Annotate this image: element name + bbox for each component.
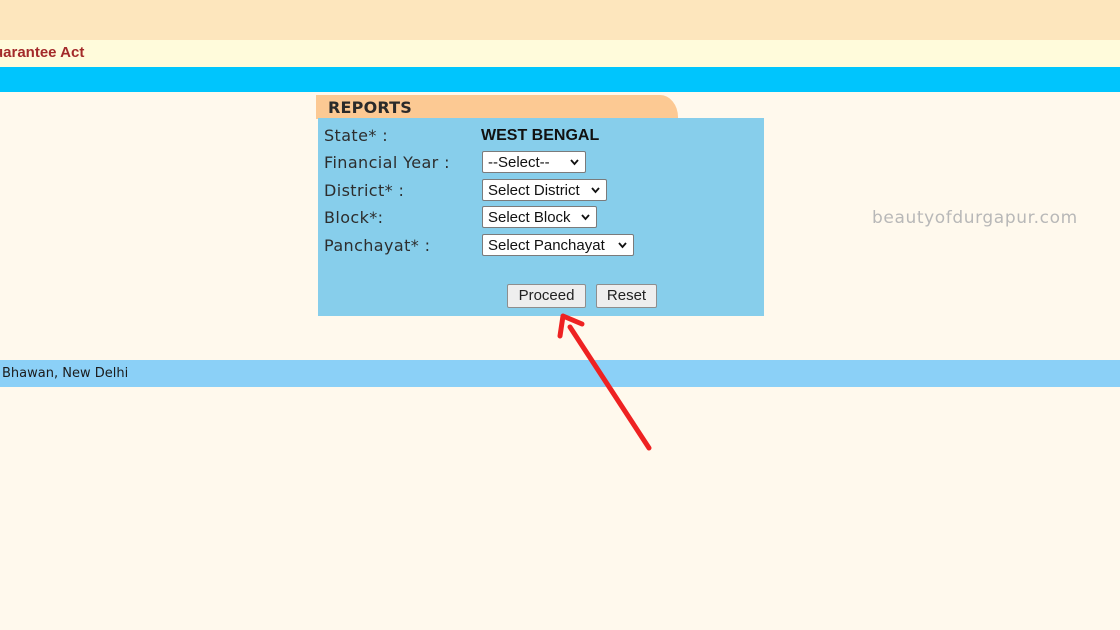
district-selected: Select District — [488, 182, 580, 199]
panchayat-label: Panchayat* : — [324, 236, 431, 255]
title-strip: uarantee Act — [0, 40, 1120, 67]
page: uarantee Act REPORTS State* : WEST BENGA… — [0, 0, 1120, 630]
district-select[interactable]: Select District — [482, 179, 607, 201]
financial-year-label: Financial Year : — [324, 153, 450, 172]
chevron-down-icon — [591, 187, 600, 194]
state-label: State* : — [324, 126, 389, 145]
chevron-down-icon — [618, 242, 627, 249]
reports-tab-label: REPORTS — [328, 98, 413, 117]
panchayat-selected: Select Panchayat — [488, 237, 605, 254]
financial-year-selected: --Select-- — [488, 154, 550, 171]
state-row: State* : WEST BENGAL — [318, 122, 764, 148]
top-header-band — [0, 0, 1120, 40]
block-selected: Select Block — [488, 209, 571, 226]
district-label: District* : — [324, 181, 405, 200]
state-value: WEST BENGAL — [481, 127, 600, 144]
footer-bar: Bhawan, New Delhi — [0, 360, 1120, 387]
panchayat-select[interactable]: Select Panchayat — [482, 234, 634, 256]
block-row: Block*: Select Block — [318, 204, 764, 230]
financial-year-row: Financial Year : --Select-- — [318, 149, 764, 175]
financial-year-select[interactable]: --Select-- — [482, 151, 586, 173]
district-row: District* : Select District — [318, 177, 764, 203]
site-title: uarantee Act — [0, 44, 85, 61]
footer-text: Bhawan, New Delhi — [2, 366, 129, 381]
chevron-down-icon — [581, 214, 590, 221]
block-select[interactable]: Select Block — [482, 206, 597, 228]
block-label: Block*: — [324, 208, 384, 227]
chevron-down-icon — [570, 159, 579, 166]
panchayat-row: Panchayat* : Select Panchayat — [318, 232, 764, 258]
nav-bar — [0, 67, 1120, 92]
proceed-button[interactable]: Proceed — [507, 284, 586, 308]
reset-button[interactable]: Reset — [596, 284, 657, 308]
reports-tab: REPORTS — [316, 95, 678, 119]
reports-form: State* : WEST BENGAL Financial Year : --… — [318, 118, 764, 316]
watermark: beautyofdurgapur.com — [872, 208, 1078, 228]
